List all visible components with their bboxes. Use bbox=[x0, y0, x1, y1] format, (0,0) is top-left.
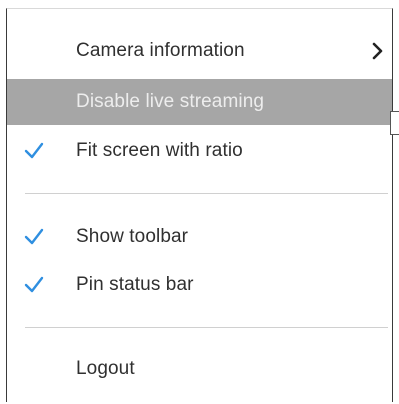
menu-item-label: Show toolbar bbox=[76, 226, 189, 247]
menu-item-disable-live-streaming[interactable]: Disable live streaming bbox=[7, 79, 392, 125]
menu-item-show-toolbar[interactable]: Show toolbar bbox=[7, 215, 392, 259]
menu-item-label: Pin status bar bbox=[76, 274, 194, 295]
checkmark-icon bbox=[24, 142, 44, 159]
menu-item-camera-information[interactable]: Camera information bbox=[7, 29, 392, 73]
menu-divider bbox=[25, 327, 388, 328]
mouse-cursor-icon bbox=[390, 111, 399, 135]
menu-divider bbox=[25, 193, 388, 194]
menu-item-fit-screen-with-ratio[interactable]: Fit screen with ratio bbox=[7, 129, 392, 173]
context-menu: Camera information Disable live streamin… bbox=[6, 8, 399, 402]
menu-item-label: Logout bbox=[76, 358, 135, 379]
menu-item-pin-status-bar[interactable]: Pin status bar bbox=[7, 263, 392, 307]
menu-item-label: Disable live streaming bbox=[76, 91, 265, 112]
menu-item-label: Camera information bbox=[76, 40, 245, 61]
menu-item-logout[interactable]: Logout bbox=[7, 347, 392, 391]
checkmark-icon bbox=[24, 228, 44, 245]
menu-item-label: Fit screen with ratio bbox=[76, 140, 243, 161]
checkmark-icon bbox=[24, 276, 44, 293]
chevron-right-icon bbox=[372, 42, 383, 60]
